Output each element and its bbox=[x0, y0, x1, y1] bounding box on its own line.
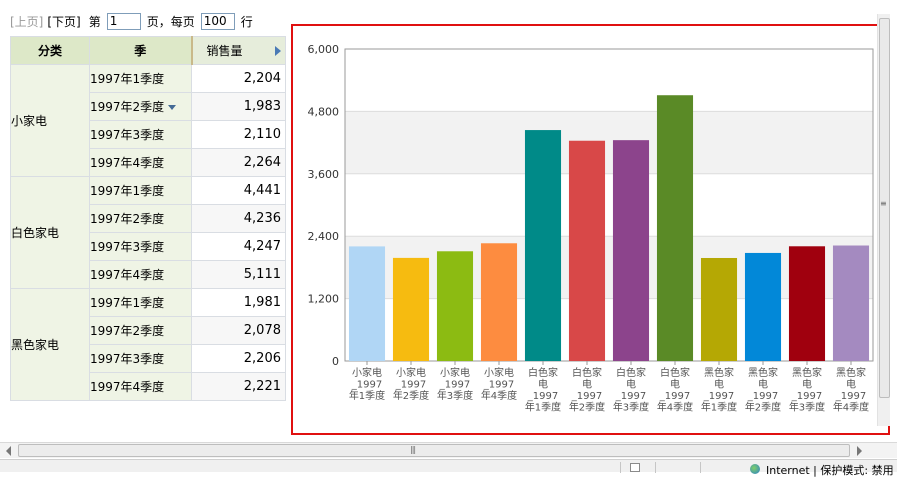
bar bbox=[656, 95, 694, 361]
scroll-grip-icon: ||| bbox=[410, 445, 416, 454]
sales-cell: 1,983 bbox=[191, 92, 286, 121]
status-divider bbox=[700, 462, 701, 473]
vertical-scroll-thumb[interactable] bbox=[879, 18, 890, 398]
y-tick-label: 0 bbox=[332, 355, 339, 368]
table-row: 小家电 1997年1季度 2,204 bbox=[10, 64, 286, 177]
prev-page-link[interactable]: [上页] bbox=[10, 13, 43, 30]
table-row: 白色家电 1997年1季度 4,441 bbox=[10, 176, 286, 289]
x-tick-label: 白色家电_1997 年2季度 bbox=[569, 366, 605, 414]
sales-cell: 4,247 bbox=[191, 232, 286, 261]
grid-band bbox=[345, 111, 873, 174]
bar bbox=[524, 130, 562, 361]
x-tick-label: 白色家电_1997 年1季度 bbox=[525, 366, 561, 414]
season-cell: 1997年4季度 bbox=[89, 372, 192, 401]
expand-arrow-icon[interactable] bbox=[275, 46, 281, 56]
table-header-row: 分类 季 销售量 bbox=[10, 36, 286, 65]
bar bbox=[788, 246, 826, 361]
table-row: 黑色家电 1997年1季度 1,981 bbox=[10, 288, 286, 401]
season-cell: 1997年2季度 bbox=[89, 204, 192, 233]
page-number-input[interactable] bbox=[106, 12, 141, 30]
season-header[interactable]: 季 bbox=[89, 36, 193, 65]
category-cell: 白色家电 bbox=[10, 176, 90, 289]
season-cell: 1997年3季度 bbox=[89, 344, 192, 373]
vertical-scrollbar[interactable]: ≡ bbox=[877, 14, 890, 426]
y-tick-label: 6,000 bbox=[308, 43, 340, 56]
bar bbox=[612, 140, 650, 361]
bar bbox=[568, 140, 606, 361]
bar bbox=[348, 246, 386, 361]
sales-cell: 5,111 bbox=[191, 260, 286, 289]
horizontal-scroll-thumb[interactable] bbox=[18, 444, 850, 457]
page-suffix-label: 页，每页 bbox=[146, 14, 195, 29]
x-tick-label: 黑色家电_1997 年2季度 bbox=[745, 366, 781, 414]
status-divider bbox=[620, 462, 621, 473]
bar bbox=[700, 257, 738, 361]
bar bbox=[832, 245, 870, 361]
chart-selection-frame[interactable]: 0 1,200 2,400 3,600 4,800 6,000 小家电_1997 年1季度 小家… bbox=[291, 24, 890, 435]
season-cell: 1997年4季度 bbox=[89, 148, 192, 177]
x-tick-label: 黑色家电_1997 年1季度 bbox=[701, 366, 737, 414]
category-cell: 黑色家电 bbox=[10, 288, 90, 401]
bar bbox=[436, 251, 474, 361]
y-tick-label: 2,400 bbox=[308, 230, 340, 243]
x-tick-label: 白色家电_1997 年3季度 bbox=[613, 366, 649, 414]
season-cell: 1997年1季度 bbox=[89, 176, 192, 205]
category-header[interactable]: 分类 bbox=[10, 36, 90, 65]
y-tick-label: 4,800 bbox=[308, 105, 340, 118]
x-tick-label: 小家电_1997 年1季度 bbox=[349, 366, 385, 402]
season-cell: 1997年1季度 bbox=[89, 288, 192, 317]
security-zone-text: Internet | 保护模式: 禁用 bbox=[766, 464, 894, 477]
page-prefix-label: 第 bbox=[88, 14, 101, 29]
sales-cell: 2,221 bbox=[191, 372, 286, 401]
scroll-right-arrow-icon[interactable] bbox=[857, 446, 862, 456]
pager: [上页] [下页] 第 页，每页 行 bbox=[10, 11, 255, 31]
sales-header[interactable]: 销售量 bbox=[191, 36, 286, 65]
sales-cell: 4,441 bbox=[191, 176, 286, 205]
bar bbox=[744, 252, 782, 361]
sales-cell: 2,206 bbox=[191, 344, 286, 373]
season-cell: 1997年3季度 bbox=[89, 232, 192, 261]
scroll-grip-icon: ≡ bbox=[880, 199, 887, 208]
x-tick-label: 黑色家电_1997 年3季度 bbox=[789, 366, 825, 414]
x-tick-label: 黑色家电_1997 年4季度 bbox=[833, 366, 869, 414]
x-tick-label: 小家电_1997 年4季度 bbox=[481, 366, 517, 402]
rows-per-page-input[interactable] bbox=[200, 12, 235, 30]
x-tick-label: 小家电_1997 年3季度 bbox=[437, 366, 473, 402]
season-cell: 1997年1季度 bbox=[89, 64, 192, 93]
sales-cell: 2,264 bbox=[191, 148, 286, 177]
sales-header-label: 销售量 bbox=[206, 44, 243, 58]
dropdown-arrow-icon[interactable] bbox=[168, 105, 177, 110]
globe-icon bbox=[750, 464, 760, 474]
horizontal-scrollbar[interactable]: ||| bbox=[0, 442, 897, 458]
sales-cell: 1,981 bbox=[191, 288, 286, 317]
category-cell: 小家电 bbox=[10, 64, 90, 177]
bar-chart: 01,2002,4003,6004,8006,000小家电_1997 年1季度小家… bbox=[308, 43, 874, 414]
x-tick-label: 白色家电_1997 年4季度 bbox=[657, 366, 693, 414]
bar bbox=[480, 243, 518, 361]
data-table: 分类 季 销售量 小家电 1997年1季度 2,204 1997年2季度 1,9… bbox=[10, 36, 286, 401]
bar bbox=[392, 257, 430, 361]
sales-cell: 2,204 bbox=[191, 64, 286, 93]
season-cell-label: 1997年2季度 bbox=[90, 100, 165, 114]
y-tick-label: 1,200 bbox=[308, 293, 340, 306]
season-cell[interactable]: 1997年2季度 bbox=[89, 92, 192, 121]
y-tick-label: 3,600 bbox=[308, 168, 340, 181]
status-bar: Internet | 保护模式: 禁用 bbox=[0, 459, 897, 477]
season-cell: 1997年3季度 bbox=[89, 120, 192, 149]
season-cell: 1997年4季度 bbox=[89, 260, 192, 289]
sales-cell: 2,078 bbox=[191, 316, 286, 345]
sales-cell: 4,236 bbox=[191, 204, 286, 233]
sales-cell: 2,110 bbox=[191, 120, 286, 149]
x-tick-label: 小家电_1997 年2季度 bbox=[393, 366, 429, 402]
season-cell: 1997年2季度 bbox=[89, 316, 192, 345]
scroll-left-arrow-icon[interactable] bbox=[6, 446, 11, 456]
status-divider bbox=[655, 462, 656, 473]
rows-suffix-label: 行 bbox=[240, 14, 253, 29]
next-page-link[interactable]: [下页] bbox=[47, 13, 80, 30]
page-icon bbox=[630, 463, 640, 472]
